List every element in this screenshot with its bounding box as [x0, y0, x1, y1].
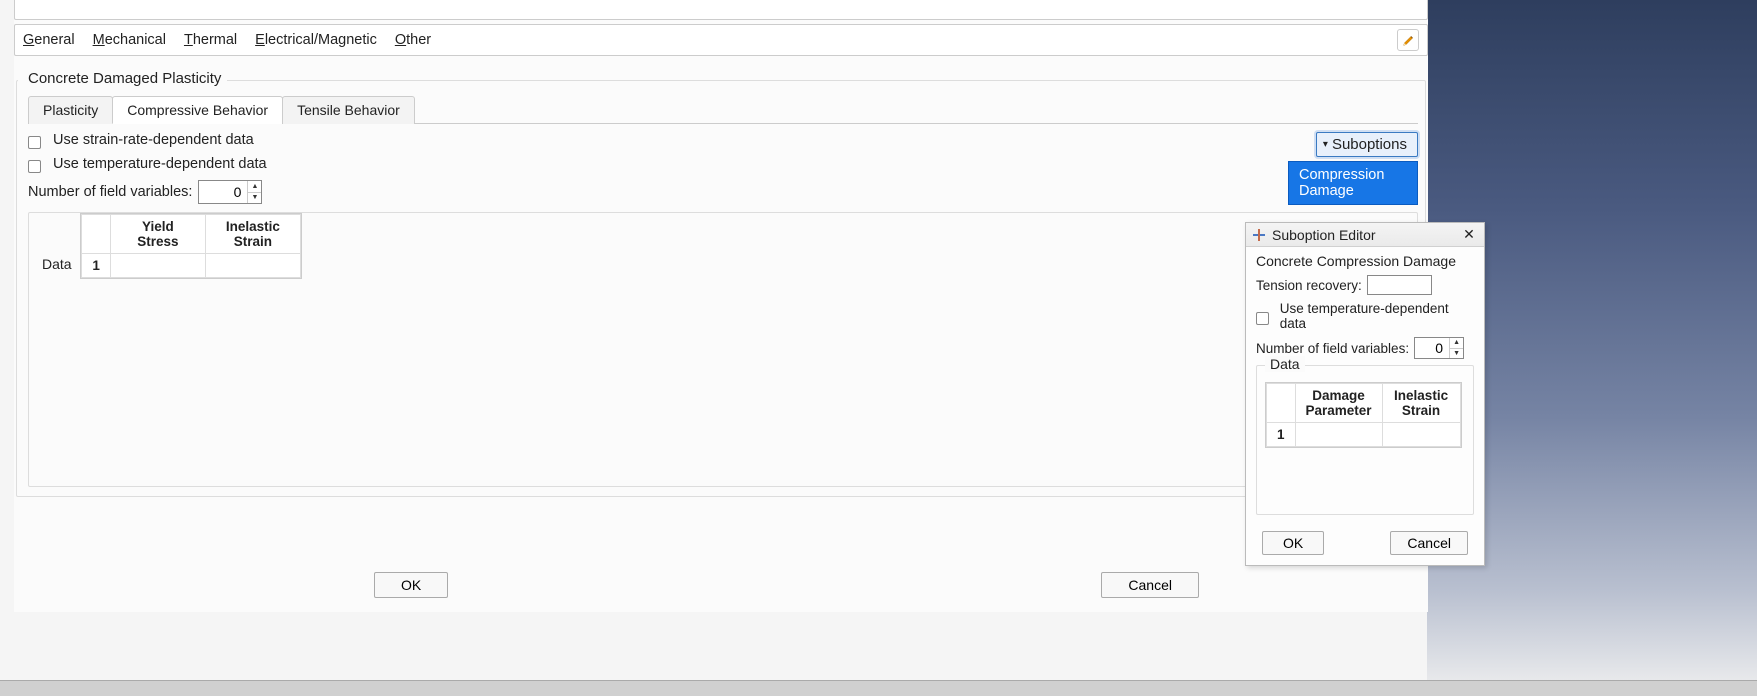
popup-temperature-label: Use temperature-dependent data	[1280, 301, 1474, 331]
popup-ok-button[interactable]: OK	[1262, 531, 1324, 555]
menu-electrical-magnetic[interactable]: Electrical/MagneticElectrical/Magnetic	[255, 32, 377, 48]
data-group: Data Yield Stress Inelastic	[28, 212, 1418, 487]
popup-col2-header-l1: Inelastic	[1394, 388, 1448, 403]
popup-cancel-button[interactable]: Cancel	[1390, 531, 1468, 555]
tension-recovery-label: Tension recovery:	[1256, 278, 1362, 293]
popup-field-vars-input[interactable]	[1415, 338, 1449, 358]
suboptions-label: Suboptions	[1332, 136, 1407, 153]
behavior-tabs: Plasticity Compressive Behavior Tensile …	[28, 95, 1418, 124]
popup-col1-header-l1: Damage	[1312, 388, 1365, 403]
popup-col1-header-l2: Parameter	[1306, 403, 1372, 418]
popup-close-button[interactable]: ✕	[1460, 226, 1478, 243]
popup-field-vars-spin-up[interactable]: ▲	[1450, 338, 1463, 349]
ok-button[interactable]: OK	[374, 572, 448, 598]
field-vars-label: Number of field variables:	[28, 184, 192, 200]
strain-rate-checkbox[interactable]	[28, 136, 41, 149]
main-button-row: OK Cancel	[14, 562, 1239, 608]
popup-subtitle: Concrete Compression Damage	[1256, 253, 1474, 269]
material-menubar: GGeneraleneral MechanicalMechanical Ther…	[14, 24, 1428, 56]
caret-down-icon: ▾	[1323, 139, 1328, 150]
menu-general[interactable]: GGeneraleneral	[23, 32, 75, 48]
menu-other[interactable]: OtherOther	[395, 32, 431, 48]
yield-stress-cell[interactable]	[110, 254, 205, 278]
behavior-group-title: Concrete Damaged Plasticity	[18, 70, 227, 87]
pencil-icon	[1402, 34, 1415, 47]
tab-plasticity[interactable]: Plasticity	[28, 96, 113, 124]
data-col2-header-l1: Inelastic	[226, 219, 280, 234]
material-editor-panel: GGeneraleneral MechanicalMechanical Ther…	[14, 0, 1428, 612]
inelastic-strain-cell[interactable]	[205, 254, 300, 278]
blank-top-field	[14, 0, 1428, 20]
table-row[interactable]: 1	[82, 254, 301, 278]
menu-thermal[interactable]: ThermalThermal	[184, 32, 237, 48]
tab-compressive-behavior[interactable]: Compressive Behavior	[112, 96, 283, 124]
suboption-icon	[1252, 228, 1266, 242]
popup-temperature-checkbox[interactable]	[1256, 312, 1269, 325]
table-row[interactable]: 1	[1267, 423, 1461, 447]
temperature-checkbox[interactable]	[28, 160, 41, 173]
popup-col2-header-l2: Strain	[1402, 403, 1440, 418]
data-col1-header-l1: Yield	[142, 219, 174, 234]
row-number: 1	[82, 254, 111, 278]
field-vars-spin-up[interactable]: ▲	[248, 181, 261, 193]
popup-inelastic-strain-cell[interactable]	[1382, 423, 1460, 447]
cancel-button[interactable]: Cancel	[1101, 572, 1199, 598]
edit-icon-button[interactable]	[1397, 29, 1419, 51]
data-col1-header-l2: Stress	[137, 234, 178, 249]
suboptions-button[interactable]: ▾ Suboptions	[1316, 132, 1418, 157]
data-table[interactable]: Yield Stress Inelastic Strain 1	[80, 213, 302, 279]
damage-parameter-cell[interactable]	[1295, 423, 1382, 447]
field-vars-spin-down[interactable]: ▼	[248, 193, 261, 204]
status-bar	[0, 680, 1757, 696]
data-group-title: Data	[37, 256, 77, 272]
temperature-label: Use temperature-dependent data	[53, 156, 267, 172]
field-vars-input[interactable]	[199, 181, 247, 203]
popup-data-group: Data Damage Parameter Inelastic Strain	[1256, 365, 1474, 515]
popup-title: Suboption Editor	[1272, 227, 1376, 243]
suboptions-menu-item-compression-damage[interactable]: Compression Damage	[1288, 161, 1418, 205]
strain-rate-label: Use strain-rate-dependent data	[53, 132, 254, 148]
popup-row-number: 1	[1267, 423, 1296, 447]
tab-tensile-behavior[interactable]: Tensile Behavior	[282, 96, 415, 124]
popup-titlebar[interactable]: Suboption Editor ✕	[1246, 223, 1484, 247]
menu-mechanical[interactable]: MechanicalMechanical	[93, 32, 166, 48]
data-col2-header-l2: Strain	[234, 234, 272, 249]
popup-data-title: Data	[1265, 356, 1305, 372]
suboption-editor-dialog: Suboption Editor ✕ Concrete Compression …	[1245, 222, 1485, 566]
popup-field-vars-spin-down[interactable]: ▼	[1450, 349, 1463, 359]
tension-recovery-input[interactable]	[1367, 275, 1432, 295]
popup-data-table[interactable]: Damage Parameter Inelastic Strain 1	[1265, 382, 1462, 448]
popup-field-vars-label: Number of field variables:	[1256, 341, 1409, 356]
